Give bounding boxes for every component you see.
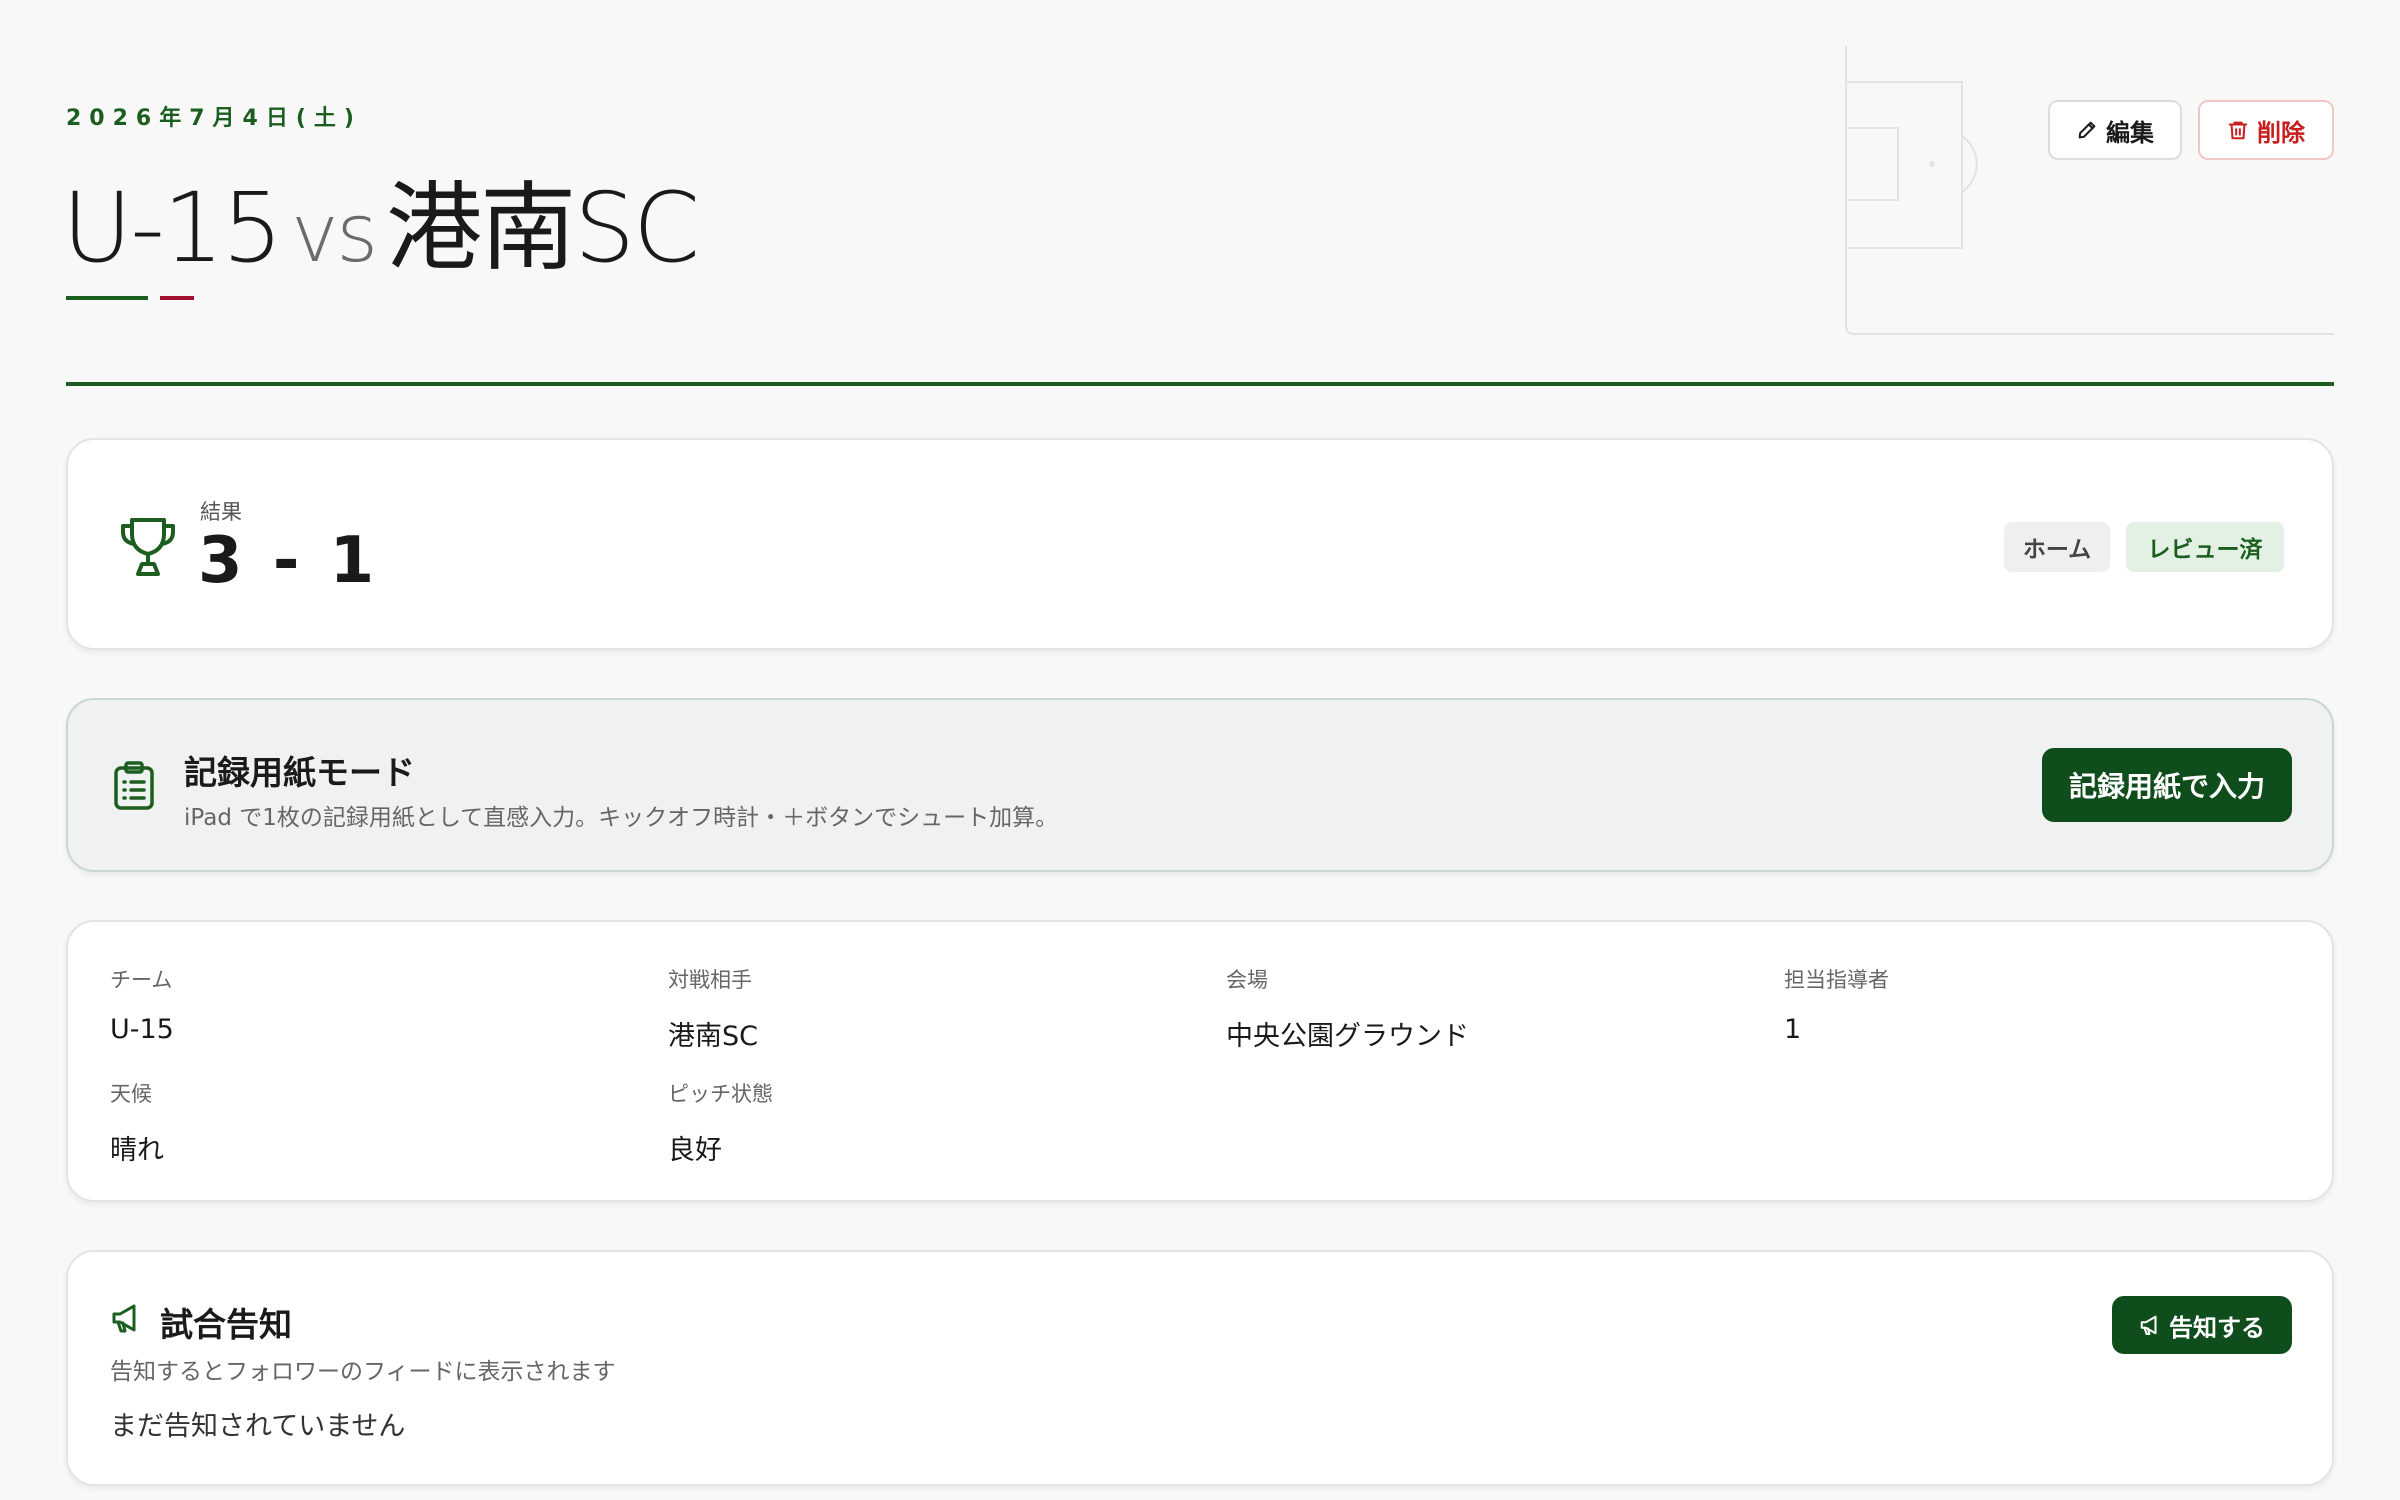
delete-button[interactable]: 削除	[2198, 100, 2334, 160]
pitch-watermark-icon	[1845, 46, 2334, 335]
megaphone-icon	[2140, 1315, 2157, 1335]
info-value: 港南SC	[668, 1021, 758, 1052]
match-info-card: チーム U-15 対戦相手 港南SC 会場 中央公園グラウンド 担当指導者 1 …	[66, 920, 2334, 1202]
accent-bar-red	[160, 296, 194, 300]
record-sheet-title: 記録用紙モード	[184, 753, 415, 792]
edit-button-label: 編集	[2106, 118, 2154, 147]
match-announcement-card: 試合告知 告知するとフォロワーのフィードに表示されます まだ告知されていません …	[66, 1250, 2334, 1486]
info-label: ピッチ状態	[668, 1082, 773, 1106]
match-date: 2026年7月4日(土)	[66, 106, 362, 131]
home-badge: ホーム	[2004, 522, 2110, 572]
announce-button-label: 告知する	[2169, 1313, 2265, 1342]
info-value: 晴れ	[110, 1135, 164, 1166]
match-title: U-15 vs 港南SC	[62, 150, 700, 289]
header-divider	[66, 382, 2334, 386]
record-sheet-description: iPad で1枚の記録用紙として直感入力。キックオフ時計・＋ボタンでシュート加算…	[184, 805, 1059, 831]
info-pitch-condition: ピッチ状態 良好	[668, 1078, 773, 1167]
info-value: 1	[1784, 1014, 1802, 1045]
delete-button-label: 削除	[2257, 118, 2305, 147]
megaphone-icon	[112, 1304, 136, 1333]
announcement-status: まだ告知されていません	[110, 1411, 406, 1442]
info-label: 対戦相手	[668, 968, 752, 992]
accent-bar-green	[66, 296, 148, 300]
reviewed-badge: レビュー済	[2126, 522, 2284, 572]
info-label: 会場	[1226, 968, 1268, 992]
trophy-icon	[121, 518, 175, 576]
trash-icon	[2228, 121, 2248, 140]
announce-button[interactable]: 告知する	[2112, 1296, 2292, 1354]
result-label: 結果	[200, 500, 242, 524]
record-sheet-card: 記録用紙モード iPad で1枚の記録用紙として直感入力。キックオフ時計・＋ボタ…	[66, 698, 2334, 872]
info-label: 天候	[110, 1082, 152, 1106]
match-header: 2026年7月4日(土) U-15 vs 港南SC 編集 削除	[62, 0, 2334, 390]
match-detail-page: 2026年7月4日(土) U-15 vs 港南SC 編集 削除 結果 3 - 1…	[0, 0, 2400, 1500]
info-value: U-15	[110, 1014, 174, 1045]
home-team-name: U-15	[62, 172, 283, 284]
info-venue: 会場 中央公園グラウンド	[1226, 964, 1469, 1053]
info-opponent: 対戦相手 港南SC	[668, 964, 758, 1053]
info-value: 良好	[668, 1135, 722, 1166]
info-coach: 担当指導者 1	[1784, 964, 1889, 1045]
info-value: 中央公園グラウンド	[1226, 1021, 1469, 1052]
vs-label: vs	[291, 187, 378, 280]
announcement-description: 告知するとフォロワーのフィードに表示されます	[110, 1359, 616, 1385]
info-team: チーム U-15	[110, 964, 174, 1045]
opponent-name: 港南SC	[386, 172, 700, 284]
info-weather: 天候 晴れ	[110, 1078, 164, 1167]
info-label: チーム	[110, 968, 173, 992]
pencil-icon	[2078, 121, 2096, 139]
announcement-title: 試合告知	[160, 1305, 292, 1344]
clipboard-icon	[114, 761, 154, 810]
edit-button[interactable]: 編集	[2048, 100, 2182, 160]
record-sheet-input-button[interactable]: 記録用紙で入力	[2042, 748, 2292, 822]
result-score: 3 - 1	[198, 524, 379, 598]
info-label: 担当指導者	[1784, 968, 1889, 992]
result-card: 結果 3 - 1 ホーム レビュー済	[66, 438, 2334, 650]
